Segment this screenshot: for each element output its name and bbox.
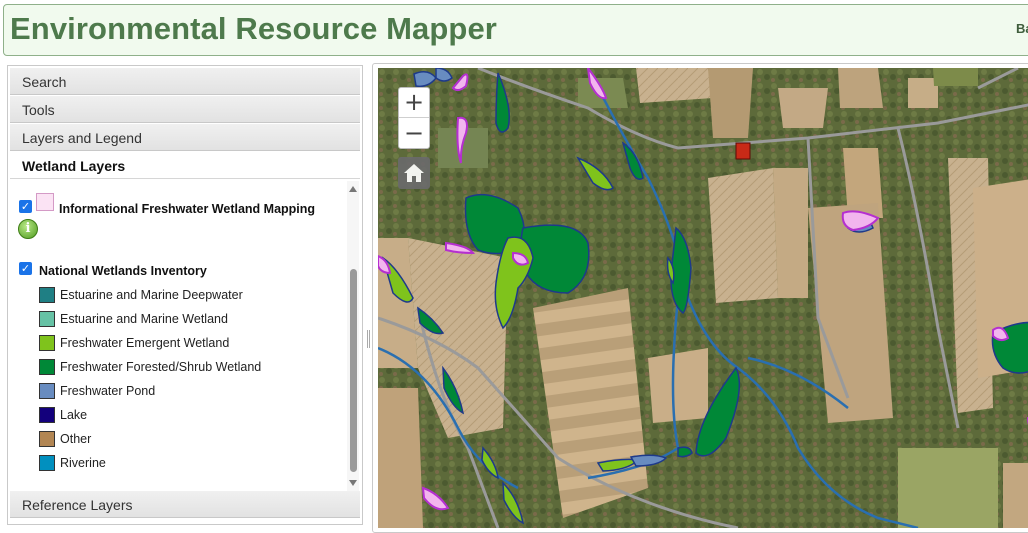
info-icon[interactable]: i xyxy=(18,219,38,239)
legend-swatch xyxy=(39,335,55,351)
location-marker[interactable] xyxy=(735,142,751,160)
left-panel: Search Tools Layers and Legend Wetland L… xyxy=(7,65,363,525)
home-icon xyxy=(404,164,424,182)
legend-swatch xyxy=(39,359,55,375)
scroll-up-arrow-icon[interactable] xyxy=(349,186,357,192)
legend-label: Riverine xyxy=(60,456,106,470)
nwi-layer-checkbox[interactable]: ✓ xyxy=(19,262,32,275)
legend-swatch xyxy=(39,431,55,447)
accordion-search[interactable]: Search xyxy=(10,68,360,95)
legend-label: Freshwater Pond xyxy=(60,384,156,398)
wetland-layers-content: ✓ Informational Freshwater Wetland Mappi… xyxy=(10,181,360,491)
accordion-reference-layers[interactable]: Reference Layers xyxy=(10,491,360,518)
legend-swatch xyxy=(39,407,55,423)
legend-label: Estuarine and Marine Wetland xyxy=(60,312,228,326)
zoom-control: + − xyxy=(398,87,430,149)
legend-swatch xyxy=(39,383,55,399)
panel-scrollbar[interactable] xyxy=(347,181,359,491)
accordion-wetland-layers[interactable]: Wetland Layers xyxy=(10,152,360,179)
accordion-tools[interactable]: Tools xyxy=(10,96,360,123)
home-button[interactable] xyxy=(398,157,430,189)
accordion-layers-and-legend[interactable]: Layers and Legend xyxy=(10,124,360,151)
map-canvas[interactable] xyxy=(378,68,1028,528)
panel-splitter[interactable] xyxy=(367,330,370,348)
legend-label: Other xyxy=(60,432,92,446)
map-frame[interactable] xyxy=(372,63,1028,533)
app-header: Environmental Resource Mapper Ba xyxy=(3,4,1028,56)
legend-label: Freshwater Forested/Shrub Wetland xyxy=(60,360,262,374)
legend-swatch xyxy=(39,287,55,303)
app-title: Environmental Resource Mapper xyxy=(10,11,497,46)
nwi-layer-label: National Wetlands Inventory xyxy=(39,264,207,278)
legend-label: Freshwater Emergent Wetland xyxy=(60,336,230,350)
legend-swatch xyxy=(39,311,55,327)
header-basemap-link[interactable]: Ba xyxy=(1016,21,1028,36)
scroll-thumb[interactable] xyxy=(350,269,357,472)
aerial-imagery xyxy=(378,68,1028,528)
zoom-in-button[interactable]: + xyxy=(399,88,429,118)
info-layer-checkbox[interactable]: ✓ xyxy=(19,200,32,213)
legend-label: Estuarine and Marine Deepwater xyxy=(60,288,243,302)
info-layer-label: Informational Freshwater Wetland Mapping xyxy=(59,202,316,216)
legend-label: Lake xyxy=(60,408,88,422)
zoom-out-button[interactable]: − xyxy=(399,119,429,149)
legend-swatch xyxy=(39,455,55,471)
scroll-down-arrow-icon[interactable] xyxy=(349,480,357,486)
info-layer-swatch xyxy=(36,193,54,211)
